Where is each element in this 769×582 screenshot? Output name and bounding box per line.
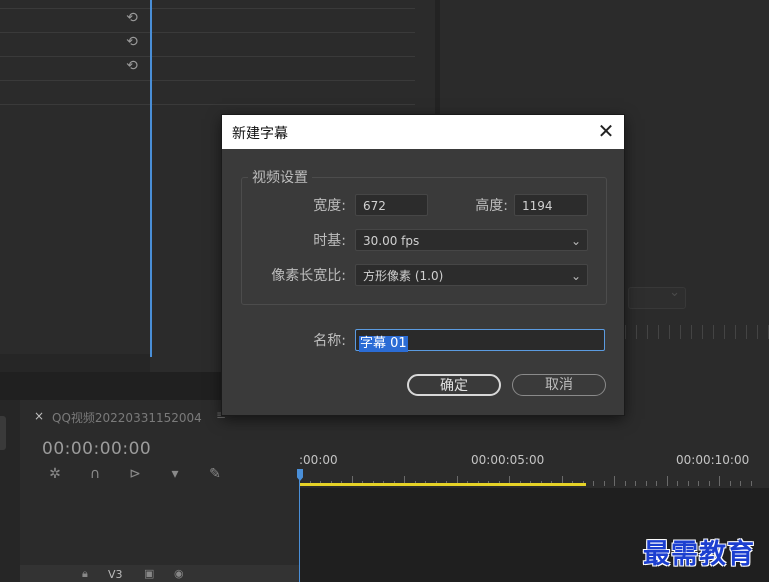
- timebase-select[interactable]: 30.00 fps ⌄: [355, 229, 588, 251]
- timebase-value: 30.00 fps: [363, 234, 420, 248]
- row-divider: [0, 104, 415, 105]
- close-sequence-tab-icon[interactable]: ×: [34, 409, 44, 423]
- eye-icon[interactable]: ◉: [174, 567, 184, 580]
- track-header-v3: 🔒︎ V3 ▣ ◉: [20, 565, 299, 582]
- ruler-tick: [593, 481, 594, 486]
- ruler-tick: [635, 481, 636, 486]
- work-area-bar[interactable]: [300, 483, 586, 486]
- ruler-tick: [624, 481, 626, 486]
- effects-scrollbar[interactable]: [0, 354, 150, 372]
- playhead-line: [299, 480, 300, 582]
- height-label: 高度:: [475, 198, 508, 214]
- ruler-tick: [645, 481, 647, 486]
- ruler-label: 00:00:10:00: [676, 453, 750, 467]
- timebase-label: 时基:: [313, 233, 346, 249]
- ruler-tick: [603, 481, 605, 486]
- ok-button[interactable]: 确定: [407, 374, 501, 396]
- height-field[interactable]: 1194: [514, 194, 588, 216]
- pixel-aspect-label: 像素长宽比:: [271, 268, 346, 284]
- ruler-tick: [740, 481, 741, 486]
- watermark-logo: 最需教育: [643, 539, 755, 570]
- tools-strip: [0, 400, 20, 582]
- tools-handle[interactable]: [0, 416, 6, 450]
- ruler-tick: [656, 481, 657, 486]
- ruler-tick: [719, 476, 720, 486]
- dialog-titlebar: 新建字幕 ✕: [222, 115, 624, 149]
- snap-icon[interactable]: ✲: [45, 464, 65, 484]
- ruler-tick: [614, 476, 615, 486]
- monitor-zoom-select[interactable]: [628, 285, 686, 309]
- row-divider: [0, 8, 415, 9]
- dialog-title: 新建字幕: [232, 126, 288, 142]
- ruler-label: :00:00: [299, 453, 338, 467]
- chevron-down-icon: ⌄: [570, 234, 581, 248]
- cancel-button[interactable]: 取消: [512, 374, 606, 396]
- reset-icon[interactable]: ⟲: [123, 57, 141, 75]
- sequence-tab-name[interactable]: QQ视频20220331152004: [52, 409, 202, 426]
- name-label: 名称:: [313, 333, 346, 349]
- marker-icon[interactable]: ▾: [165, 464, 185, 484]
- timeline-timecode[interactable]: 00:00:00:00: [42, 439, 151, 459]
- sync-icon[interactable]: ▣: [144, 567, 154, 580]
- ruler-tick: [750, 481, 752, 486]
- track-label: V3: [108, 568, 123, 581]
- row-divider: [0, 32, 415, 33]
- video-settings-label: 视频设置: [248, 167, 312, 187]
- ruler-tick: [708, 481, 710, 486]
- reset-icon[interactable]: ⟲: [123, 33, 141, 51]
- pixel-aspect-select[interactable]: 方形像素 (1.0) ⌄: [355, 264, 588, 286]
- playhead-line-effects: [150, 0, 152, 357]
- row-divider: [0, 80, 415, 81]
- ruler-tick: [698, 481, 699, 486]
- ruler-tick: [687, 481, 689, 486]
- pixel-aspect-value: 方形像素 (1.0): [363, 269, 444, 283]
- reset-icon[interactable]: ⟲: [123, 9, 141, 27]
- name-input[interactable]: 字幕 01: [355, 329, 605, 352]
- lock-icon[interactable]: 🔒︎: [82, 567, 88, 581]
- width-label: 宽度:: [313, 198, 346, 214]
- ruler-tick: [677, 481, 678, 486]
- ruler-tick: [666, 476, 668, 486]
- magnet-icon[interactable]: ∩: [85, 464, 105, 484]
- insert-icon[interactable]: ⊳: [125, 464, 145, 484]
- chevron-down-icon: ⌄: [570, 269, 581, 283]
- close-icon[interactable]: ✕: [596, 121, 616, 141]
- ruler-label: 00:00:05:00: [471, 453, 545, 467]
- wrench-icon[interactable]: ✎: [205, 464, 225, 484]
- new-title-dialog: 新建字幕 ✕ 视频设置 宽度: 672 高度: 1194 时基: 30.00 f…: [222, 115, 624, 415]
- monitor-ruler: [625, 325, 769, 339]
- ruler-tick: [729, 481, 731, 486]
- row-divider: [0, 56, 415, 57]
- name-input-selected-text: 字幕 01: [359, 336, 408, 352]
- width-field[interactable]: 672: [355, 194, 428, 216]
